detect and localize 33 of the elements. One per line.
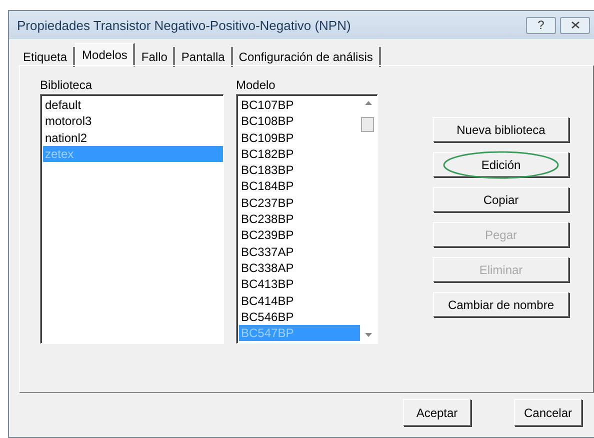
list-item[interactable]: BC546BP [239,308,360,326]
tab[interactable]: Modelos [75,43,136,67]
list-item[interactable]: BC182BP [239,146,360,162]
list-item[interactable]: default [43,97,223,114]
accept-button[interactable]: Aceptar [403,399,471,426]
tab[interactable]: Fallo [135,47,176,67]
list-item[interactable]: BC183BP [239,162,360,178]
list-item[interactable]: BC337AP [239,244,360,260]
list-item[interactable]: BC238BP [239,211,360,228]
list-item[interactable]: BC109BP [239,130,360,146]
list-item[interactable]: BC239BP [239,227,360,244]
window-title: Propiedades Transistor Negativo-Positivo-Negativo (NPN) [17,18,352,32]
tab[interactable]: Configuración de análisis [232,47,381,67]
list-item[interactable]: BC414BP [239,292,360,309]
side-button[interactable]: Nueva biblioteca [433,117,569,142]
side-button[interactable]: Cambiar de nombre [433,292,569,317]
list-box[interactable]: default motorol3 nationl2 zetex [40,94,224,344]
tab[interactable]: Pantalla [175,47,233,67]
list-item[interactable]: BC237BP [239,194,360,212]
help-button[interactable]: ? [526,16,556,34]
list-label: Biblioteca [40,77,94,94]
list-item[interactable]: nationl2 [43,130,223,146]
list-item[interactable]: BC413BP [239,276,360,293]
list-item[interactable]: BC184BP [239,178,360,195]
list-label: Modelo [236,77,276,94]
side-button[interactable]: Edición [433,152,569,177]
cancel-button[interactable]: Cancelar [514,399,582,426]
list-item[interactable]: BC107BP [239,97,360,114]
side-button[interactable]: Copiar [433,187,569,212]
list-box[interactable]: BC107BP BC108BP BC109BP BC182BP BC183BP BC184BP BC237BP BC238BP BC239BP BC337AP BC338AP BC413BP BC414BP BC546BP BC547BP [236,94,378,344]
list-item[interactable]: BC338AP [239,260,360,276]
list-item[interactable]: BC108BP [239,113,360,130]
list-item[interactable]: motorol3 [43,113,223,130]
